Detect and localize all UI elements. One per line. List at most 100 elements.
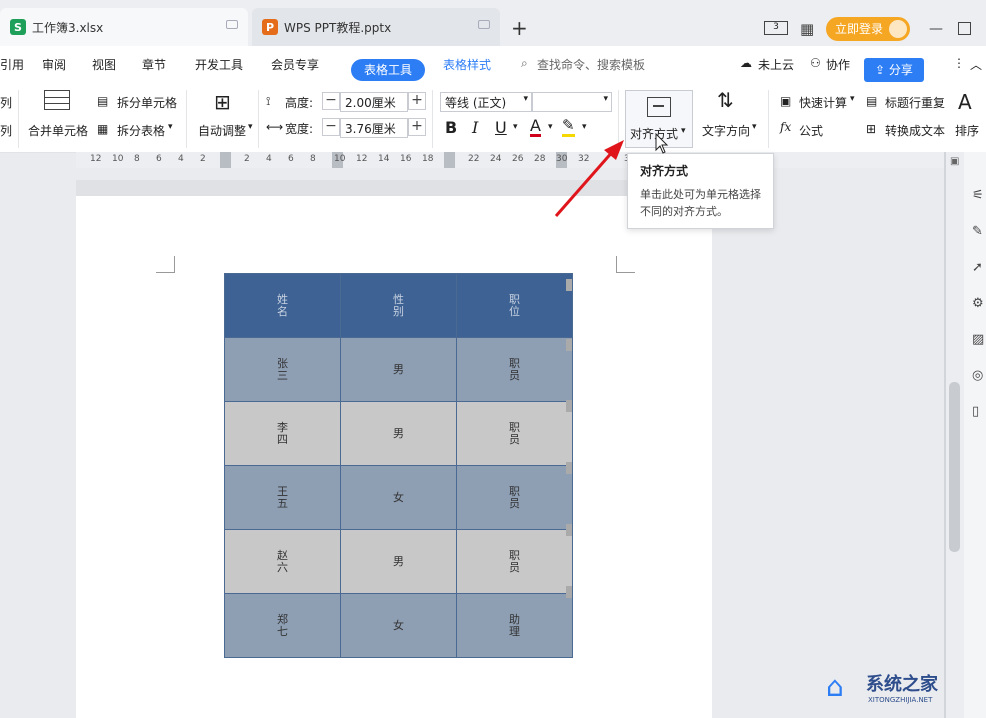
chevron-down-icon[interactable]: ▾ xyxy=(752,122,757,132)
menu-member[interactable]: 会员专享 xyxy=(271,56,319,73)
style-icon[interactable]: ⚟ xyxy=(972,188,984,203)
cloud-status[interactable]: 未上云 xyxy=(758,56,794,73)
width-decrease-button[interactable]: − xyxy=(322,118,340,136)
menu-review[interactable]: 审阅 xyxy=(42,56,66,73)
table-header-cell[interactable]: 性别 xyxy=(340,273,457,338)
table-cell[interactable]: 张三 xyxy=(224,337,341,402)
underline-button[interactable]: U xyxy=(495,118,507,137)
search-commands[interactable]: 查找命令、搜索模板 xyxy=(537,56,645,73)
width-increase-button[interactable]: + xyxy=(408,118,426,136)
font-size-select[interactable]: ▾ xyxy=(532,92,612,112)
vertical-scrollbar[interactable] xyxy=(949,382,960,552)
ribbon-cut-label[interactable]: 列 xyxy=(0,94,12,111)
table-cell[interactable]: 男 xyxy=(340,401,457,466)
calculator-icon[interactable]: ▣ xyxy=(780,94,791,108)
text-direction-button[interactable]: 文字方向 xyxy=(702,122,750,139)
table-cell[interactable]: 女 xyxy=(340,465,457,530)
settings-icon[interactable]: ⚙ xyxy=(972,296,984,311)
data-table[interactable]: 姓名 性别 职位 张三男职员 李四男职员 王五女职员 赵六男职员 郑七女助理 xyxy=(224,273,573,658)
table-cell[interactable]: 郑七 xyxy=(224,593,341,658)
chevron-down-icon[interactable]: ▾ xyxy=(168,122,173,132)
maximize-icon[interactable] xyxy=(958,22,971,35)
table-cell[interactable]: 男 xyxy=(340,337,457,402)
tab-table-tools[interactable]: 表格工具 xyxy=(351,59,425,81)
table-cell[interactable]: 王五 xyxy=(224,465,341,530)
tab-workbook[interactable]: S 工作簿3.xlsx xyxy=(0,8,248,46)
height-increase-button[interactable]: + xyxy=(408,92,426,110)
highlight-icon[interactable]: ✎ xyxy=(562,117,575,137)
share-button[interactable]: ⇪ 分享 xyxy=(864,58,924,82)
menu-view[interactable]: 视图 xyxy=(92,56,116,73)
table-cell[interactable]: 赵六 xyxy=(224,529,341,594)
table-header-cell[interactable]: 职位 xyxy=(456,273,573,338)
table-cell[interactable]: 职员 xyxy=(456,529,573,594)
tab-presentation[interactable]: P WPS PPT教程.pptx xyxy=(252,8,500,46)
document-page[interactable]: 姓名 性别 职位 张三男职员 李四男职员 王五女职员 赵六男职员 郑七女助理 xyxy=(76,196,712,718)
height-input[interactable]: 2.00厘米 xyxy=(340,92,408,112)
menu-developer[interactable]: 开发工具 xyxy=(195,56,243,73)
minimize-icon[interactable]: — xyxy=(929,21,943,37)
table-cell[interactable]: 男 xyxy=(340,529,457,594)
select-icon[interactable]: ➚ xyxy=(972,260,983,275)
font-color-button[interactable]: A xyxy=(530,117,541,137)
user-icon[interactable]: ⚇ xyxy=(810,56,821,70)
scroll-up-icon[interactable]: ▣ xyxy=(950,156,959,167)
login-button[interactable]: 立即登录 xyxy=(826,17,910,41)
search-icon[interactable]: ⌕ xyxy=(521,56,528,71)
font-family-select[interactable]: 等线 (正文) ▾ xyxy=(440,92,532,112)
monitor-icon[interactable] xyxy=(226,20,238,29)
chevron-down-icon[interactable]: ▾ xyxy=(513,122,518,132)
split-cells-icon[interactable]: ▤ xyxy=(97,94,108,108)
merge-cells-button[interactable]: 合并单元格 xyxy=(28,122,88,139)
book-icon[interactable]: ▯ xyxy=(972,404,979,419)
merge-cells-icon[interactable] xyxy=(44,90,70,110)
table-row[interactable]: 李四 男 职员 xyxy=(224,401,573,466)
text-direction-icon[interactable]: ⇅ xyxy=(717,88,734,112)
menu-reference[interactable]: 引用 xyxy=(0,56,24,73)
table-cell[interactable]: 女 xyxy=(340,593,457,658)
location-icon[interactable]: ◎ xyxy=(972,368,983,383)
title-repeat-icon[interactable]: ▤ xyxy=(866,94,877,108)
row-handle[interactable] xyxy=(566,586,572,598)
table-row[interactable]: 郑七 女 助理 xyxy=(224,593,573,658)
title-repeat-button[interactable]: 标题行重复 xyxy=(885,94,945,111)
table-cell[interactable]: 职员 xyxy=(456,401,573,466)
chevron-down-icon[interactable]: ▾ xyxy=(548,122,553,132)
collapse-ribbon-icon[interactable]: ︿ xyxy=(970,56,982,73)
bold-button[interactable]: B xyxy=(445,118,457,137)
width-input[interactable]: 3.76厘米 xyxy=(340,118,408,138)
ribbon-col-label[interactable]: 列 xyxy=(0,122,12,139)
row-handle[interactable] xyxy=(566,400,572,412)
table-row[interactable]: 王五 女 职员 xyxy=(224,465,573,530)
convert-icon[interactable]: ⊞ xyxy=(866,122,876,136)
monitor-icon[interactable] xyxy=(478,20,490,29)
row-handle[interactable] xyxy=(566,524,572,536)
italic-button[interactable]: I xyxy=(472,118,478,137)
row-handle[interactable] xyxy=(566,462,572,474)
table-cell[interactable]: 助理 xyxy=(456,593,573,658)
tab-table-style[interactable]: 表格样式 xyxy=(443,56,491,73)
table-cell[interactable]: 职员 xyxy=(456,465,573,530)
convert-text-button[interactable]: 转换成文本 xyxy=(885,122,945,139)
quick-calc-button[interactable]: 快速计算 xyxy=(799,94,847,111)
menu-chapter[interactable]: 章节 xyxy=(142,56,166,73)
split-cells-button[interactable]: 拆分单元格 xyxy=(117,94,177,111)
table-row[interactable]: 赵六 男 职员 xyxy=(224,529,573,594)
formula-icon[interactable]: fx xyxy=(780,120,791,134)
auto-adjust-button[interactable]: 自动调整 xyxy=(198,122,246,139)
grid-icon[interactable]: ▦ xyxy=(800,20,814,38)
horizontal-ruler[interactable]: 12108642246810121416182224262830323638 xyxy=(76,152,944,168)
table-row[interactable]: 张三 男 职员 xyxy=(224,337,573,402)
row-handle[interactable] xyxy=(566,339,572,351)
table-header-cell[interactable]: 姓名 xyxy=(224,273,341,338)
height-decrease-button[interactable]: − xyxy=(322,92,340,110)
new-tab-button[interactable]: + xyxy=(511,18,528,38)
image-icon[interactable]: ▨ xyxy=(972,332,984,347)
auto-adjust-icon[interactable]: ⊞ xyxy=(214,90,231,114)
sort-button[interactable]: 排序 xyxy=(955,122,979,139)
split-table-icon[interactable]: ▦ xyxy=(97,122,108,136)
table-header-row[interactable]: 姓名 性别 职位 xyxy=(224,273,573,338)
formula-button[interactable]: 公式 xyxy=(799,122,823,139)
collab-button[interactable]: 协作 xyxy=(826,56,850,73)
sort-icon[interactable]: A xyxy=(958,90,972,114)
